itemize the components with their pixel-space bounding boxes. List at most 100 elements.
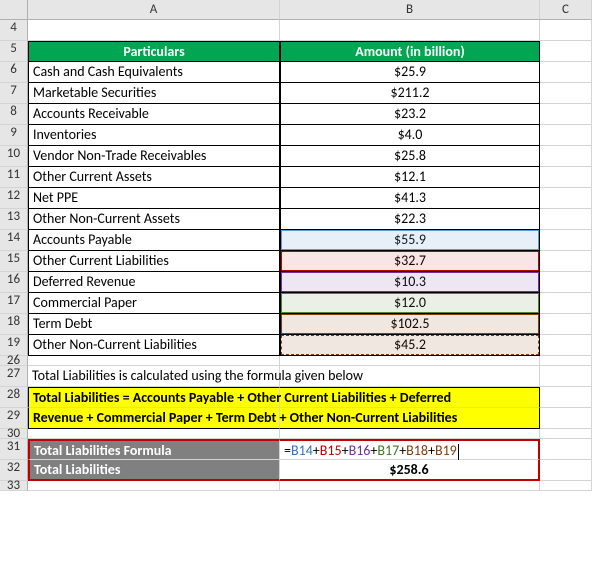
cell-value: $45.2 — [394, 336, 426, 353]
table-row-amount[interactable]: $102.5 — [280, 314, 540, 335]
cell[interactable] — [540, 125, 592, 146]
table-row-amount[interactable]: $4.0 — [280, 125, 540, 146]
row-header[interactable]: 14 — [0, 230, 28, 251]
col-header-A[interactable]: A — [28, 0, 280, 20]
cell[interactable] — [540, 387, 592, 408]
row-header[interactable]: 18 — [0, 314, 28, 335]
cell[interactable] — [540, 209, 592, 230]
cell[interactable] — [540, 230, 592, 251]
cell[interactable] — [540, 272, 592, 293]
table-row-label[interactable]: Other Current Assets — [28, 167, 280, 188]
cell[interactable] — [540, 188, 592, 209]
cell[interactable] — [28, 20, 280, 41]
cell[interactable] — [540, 293, 592, 314]
table-row-amount[interactable]: $22.3 — [280, 209, 540, 230]
table-row-label[interactable]: Marketable Securities — [28, 83, 280, 104]
formula-editing-cell[interactable]: =B14+B15+B16+B17+B18+B19 — [280, 439, 540, 460]
row-header[interactable]: 27 — [0, 366, 28, 387]
table-row-label[interactable]: Other Non-Current Liabilities — [28, 335, 280, 356]
select-all-corner[interactable] — [0, 0, 28, 20]
cell[interactable] — [540, 167, 592, 188]
table-row-amount[interactable]: $10.3 — [280, 272, 540, 293]
table-row-amount[interactable]: $12.1 — [280, 167, 540, 188]
table-row-amount[interactable]: $45.2 — [280, 335, 540, 356]
result-value[interactable]: $258.6 — [280, 460, 540, 481]
formula-description[interactable]: Total Liabilities = Accounts Payable + O… — [28, 387, 280, 408]
table-row-amount[interactable]: $32.7 — [280, 251, 540, 272]
table-header-particulars[interactable]: Particulars — [28, 41, 280, 62]
cell[interactable] — [540, 146, 592, 167]
table-row-label[interactable]: Term Debt — [28, 314, 280, 335]
formula-description[interactable]: Revenue + Commercial Paper + Term Debt +… — [28, 408, 280, 429]
cell[interactable] — [540, 251, 592, 272]
table-row-amount[interactable]: $23.2 — [280, 104, 540, 125]
row-header[interactable]: 9 — [0, 125, 28, 146]
table-row-label[interactable]: Vendor Non-Trade Receivables — [28, 146, 280, 167]
row-header[interactable]: 26 — [0, 356, 28, 366]
result-label[interactable]: Total Liabilities — [28, 460, 280, 481]
cell[interactable] — [540, 366, 592, 387]
row-header[interactable]: 5 — [0, 41, 28, 62]
cell[interactable] — [540, 62, 592, 83]
cell[interactable] — [540, 20, 592, 41]
cell-value: $12.0 — [394, 294, 426, 311]
cell[interactable] — [28, 429, 280, 439]
formula-ref: B19 — [435, 442, 457, 459]
table-row-label[interactable]: Net PPE — [28, 188, 280, 209]
cell[interactable] — [540, 460, 592, 481]
table-row-label[interactable]: Accounts Payable — [28, 230, 280, 251]
row-header[interactable]: 33 — [0, 481, 28, 491]
cell[interactable] — [540, 104, 592, 125]
cell[interactable] — [28, 356, 280, 366]
row-header[interactable]: 16 — [0, 272, 28, 293]
row-header[interactable]: 31 — [0, 439, 28, 460]
table-row-amount[interactable]: $55.9 — [280, 230, 540, 251]
table-row-amount[interactable]: $25.9 — [280, 62, 540, 83]
table-row-label[interactable]: Deferred Revenue — [28, 272, 280, 293]
formula-ref: B14 — [291, 442, 313, 459]
table-row-amount[interactable]: $211.2 — [280, 83, 540, 104]
row-header[interactable]: 28 — [0, 387, 28, 408]
table-row-label[interactable]: Accounts Receivable — [28, 104, 280, 125]
row-header[interactable]: 11 — [0, 167, 28, 188]
cell[interactable] — [540, 335, 592, 356]
row-header[interactable]: 15 — [0, 251, 28, 272]
col-header-C[interactable]: C — [540, 0, 592, 20]
cell[interactable] — [280, 356, 540, 366]
cell[interactable] — [28, 481, 280, 491]
table-row-amount[interactable]: $41.3 — [280, 188, 540, 209]
note-text[interactable]: Total Liabilities is calculated using th… — [28, 366, 280, 387]
table-header-amount[interactable]: Amount (in billion) — [280, 41, 540, 62]
result-label[interactable]: Total Liabilities Formula — [28, 439, 280, 460]
cell[interactable] — [540, 429, 592, 439]
table-row-amount[interactable]: $25.8 — [280, 146, 540, 167]
cell[interactable] — [540, 408, 592, 429]
table-row-label[interactable]: Other Current Liabilities — [28, 251, 280, 272]
text-cursor — [458, 444, 459, 460]
table-row-label[interactable]: Inventories — [28, 125, 280, 146]
row-header[interactable]: 12 — [0, 188, 28, 209]
cell[interactable] — [540, 356, 592, 366]
cell[interactable] — [540, 83, 592, 104]
table-row-label[interactable]: Other Non-Current Assets — [28, 209, 280, 230]
row-header[interactable]: 13 — [0, 209, 28, 230]
row-header[interactable]: 4 — [0, 20, 28, 41]
cell[interactable] — [280, 481, 540, 491]
col-header-B[interactable]: B — [280, 0, 540, 20]
cell[interactable] — [280, 20, 540, 41]
row-header[interactable]: 8 — [0, 104, 28, 125]
row-header[interactable]: 6 — [0, 62, 28, 83]
table-row-label[interactable]: Commercial Paper — [28, 293, 280, 314]
cell[interactable] — [540, 481, 592, 491]
cell[interactable] — [540, 314, 592, 335]
row-header[interactable]: 7 — [0, 83, 28, 104]
cell[interactable] — [280, 429, 540, 439]
row-header[interactable]: 17 — [0, 293, 28, 314]
table-row-label[interactable]: Cash and Cash Equivalents — [28, 62, 280, 83]
table-row-amount[interactable]: $12.0 — [280, 293, 540, 314]
cell[interactable] — [540, 439, 592, 460]
row-header[interactable]: 10 — [0, 146, 28, 167]
row-header[interactable]: 30 — [0, 429, 28, 439]
spreadsheet: A B C 4 5 Particulars Amount (in billion… — [0, 0, 592, 491]
cell[interactable] — [540, 41, 592, 62]
